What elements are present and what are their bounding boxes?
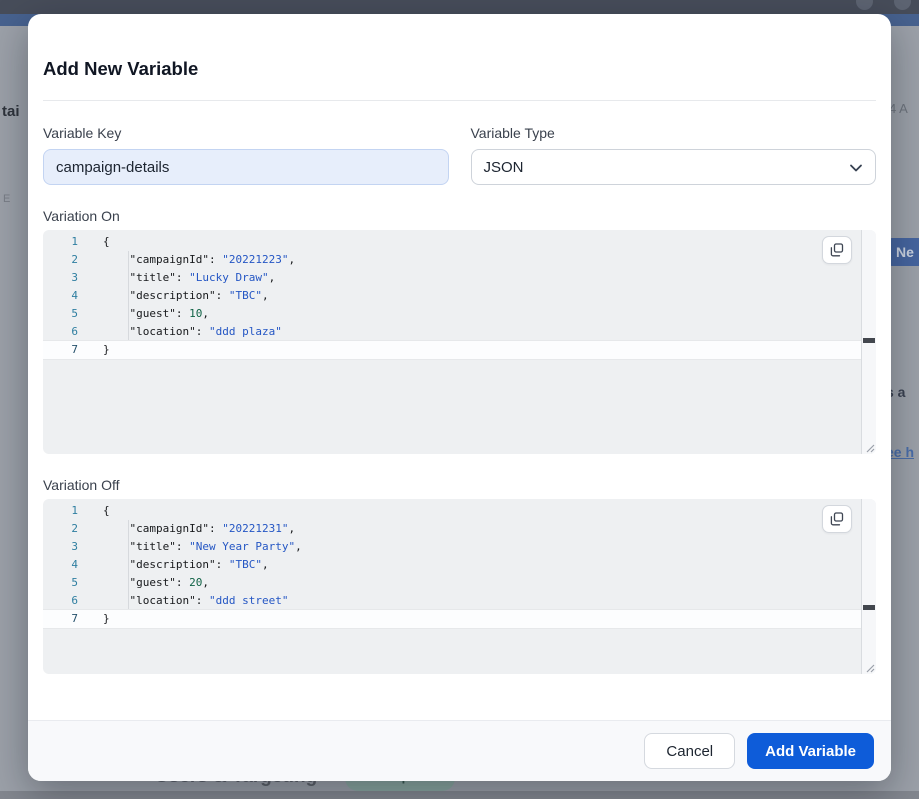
date-fragment: 4 A — [889, 101, 908, 116]
resize-handle-icon[interactable] — [864, 442, 875, 453]
header-divider — [43, 100, 876, 101]
variable-key-label: Variable Key — [43, 125, 449, 141]
line-number: 6 — [43, 323, 89, 341]
variable-type-selected-value: JSON — [484, 159, 524, 176]
line-number: 1 — [43, 233, 89, 251]
new-variable-button-fragment: Ne — [888, 238, 919, 266]
line-number: 4 — [43, 556, 89, 574]
line-number: 1 — [43, 502, 89, 520]
code-line: 7} — [43, 610, 861, 628]
code-line: 6 "location": "ddd plaza" — [43, 323, 861, 341]
line-number: 7 — [43, 341, 89, 359]
variable-key-input[interactable] — [43, 149, 449, 185]
code-line: 5 "guest": 10, — [43, 305, 861, 323]
copy-button[interactable] — [822, 505, 852, 533]
editor-scrollbar[interactable] — [861, 230, 876, 454]
code-line: 6 "location": "ddd street" — [43, 592, 861, 610]
code-line: 1{ — [43, 502, 861, 520]
line-number: 5 — [43, 305, 89, 323]
modal-footer: Cancel Add Variable — [28, 720, 891, 781]
code-line: 1{ — [43, 233, 861, 251]
variation-on-label: Variation On — [43, 208, 876, 224]
cancel-button[interactable]: Cancel — [644, 733, 735, 769]
add-variable-button[interactable]: Add Variable — [747, 733, 874, 769]
editor-scrollbar[interactable] — [861, 499, 876, 674]
top-navbar — [0, 0, 919, 14]
code-line: 5 "guest": 20, — [43, 574, 861, 592]
line-number: 3 — [43, 538, 89, 556]
scrollbar-thumb[interactable] — [863, 338, 875, 343]
variable-type-select[interactable]: JSON — [471, 149, 877, 185]
line-number: 5 — [43, 574, 89, 592]
page-bottom-strip — [0, 791, 919, 799]
resize-handle-icon[interactable] — [864, 662, 875, 673]
variation-off-label: Variation Off — [43, 477, 876, 493]
line-number: 4 — [43, 287, 89, 305]
line-number: 2 — [43, 520, 89, 538]
code-line: 4 "description": "TBC", — [43, 287, 861, 305]
copy-icon — [830, 243, 844, 257]
page-label-fragment: E — [3, 193, 11, 205]
modal-title: Add New Variable — [43, 58, 876, 80]
avatar — [856, 0, 873, 10]
copy-icon — [830, 512, 844, 526]
variable-type-label: Variable Type — [471, 125, 877, 141]
avatar — [894, 0, 911, 10]
code-line: 2 "campaignId": "20221223", — [43, 251, 861, 269]
add-new-variable-modal: Add New Variable Variable Key Variable T… — [28, 14, 891, 781]
line-number: 6 — [43, 592, 89, 610]
code-line: 2 "campaignId": "20221231", — [43, 520, 861, 538]
variation-on-code-area[interactable]: 1{2 "campaignId": "20221223",3 "title": … — [43, 230, 861, 454]
variation-on-editor[interactable]: 1{2 "campaignId": "20221223",3 "title": … — [43, 230, 876, 454]
variation-off-editor[interactable]: 1{2 "campaignId": "20221231",3 "title": … — [43, 499, 876, 674]
code-line: 3 "title": "New Year Party", — [43, 538, 861, 556]
line-number: 7 — [43, 610, 89, 628]
page-heading-fragment: tai — [2, 103, 20, 120]
line-number: 2 — [43, 251, 89, 269]
line-number: 3 — [43, 269, 89, 287]
chevron-down-icon — [849, 161, 863, 175]
code-line: 3 "title": "Lucky Draw", — [43, 269, 861, 287]
code-line: 4 "description": "TBC", — [43, 556, 861, 574]
variation-off-code-area[interactable]: 1{2 "campaignId": "20221231",3 "title": … — [43, 499, 861, 674]
copy-button[interactable] — [822, 236, 852, 264]
scrollbar-thumb[interactable] — [863, 605, 875, 610]
code-line: 7} — [43, 341, 861, 359]
